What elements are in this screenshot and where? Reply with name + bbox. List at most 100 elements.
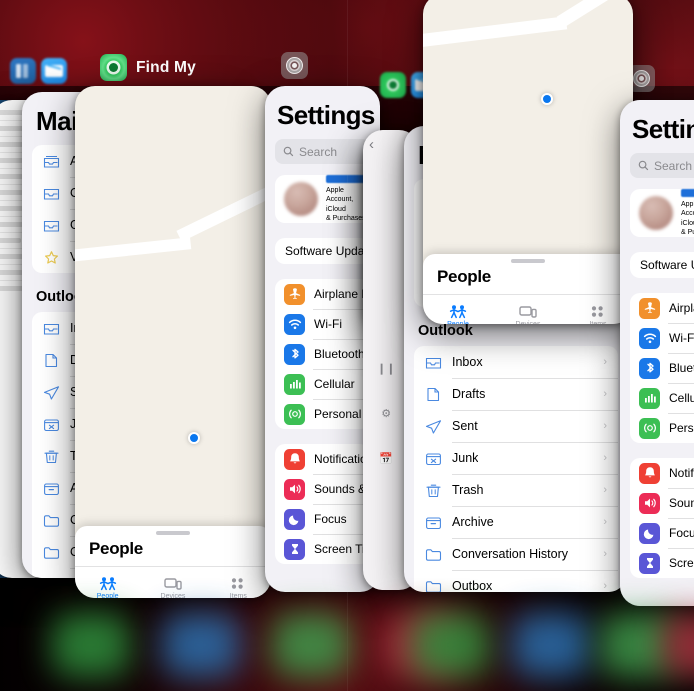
profile-text: Apple Account, iCloud & Purchases <box>681 188 694 238</box>
settings-search-input[interactable]: Search <box>630 153 694 178</box>
settings-row-label: Screen Time <box>314 542 370 556</box>
screentime-icon <box>639 552 660 574</box>
inbox-icon <box>43 186 60 201</box>
findmy-tab-bar: People Devices Items <box>75 566 271 598</box>
settings-row[interactable]: Screen Time <box>275 534 370 564</box>
chevron-right-icon: › <box>603 484 607 496</box>
app-switcher-label[interactable]: Find My <box>100 54 196 81</box>
software-update-row[interactable]: Software Update <box>275 238 374 264</box>
settings-search-placeholder: Search <box>654 158 693 173</box>
findmy-app-card[interactable]: People People Devices Items <box>75 86 271 598</box>
user-location-dot <box>541 93 553 105</box>
archive-icon <box>43 481 60 496</box>
findmy-tab-label: People <box>96 593 119 598</box>
profile-subtitle-line2: & Purchases <box>681 228 694 236</box>
settings-row-label: Airplane Mode <box>314 287 370 301</box>
settings-app-card[interactable]: Settings Search Apple Account, iCloud & … <box>620 100 694 606</box>
map-road <box>423 16 568 49</box>
notifications-icon <box>639 462 660 484</box>
chevron-right-icon: › <box>603 452 607 464</box>
settings-row[interactable]: Cellular <box>275 369 370 399</box>
settings-row[interactable]: Bluetooth <box>275 339 370 369</box>
mailbox-row[interactable]: Junk › <box>414 442 618 474</box>
settings-row[interactable]: Wi-Fi <box>630 323 694 353</box>
folder-icon <box>43 513 60 528</box>
sheet-grabber[interactable] <box>156 531 190 535</box>
settings-profile-row[interactable]: Apple Account, iCloud & Purchases <box>275 174 372 223</box>
settings-row-label: Cellular <box>314 377 355 391</box>
dock-blur <box>0 599 694 691</box>
back-chevron-icon[interactable]: ‹ <box>369 136 374 153</box>
findmy-tab-items[interactable]: Items <box>206 567 271 598</box>
settings-row[interactable]: Focus <box>275 504 370 534</box>
items-icon <box>588 301 608 319</box>
settings-row[interactable]: Notifications <box>630 458 694 488</box>
drafts-icon <box>43 353 60 368</box>
findmy-app-card[interactable]: People People Devices Items <box>423 0 633 324</box>
gear-icon[interactable]: ⚙ <box>381 407 391 420</box>
folder-icon <box>43 577 60 579</box>
settings-row-label: Airplane Mode <box>669 301 694 315</box>
mailbox-section-header: Outlook <box>418 323 473 339</box>
settings-row[interactable]: Sounds & Haptics <box>630 488 694 518</box>
settings-row[interactable]: Personal Hotspot <box>275 399 370 429</box>
calendar-icon[interactable]: 📅 <box>379 452 393 465</box>
mailbox-folders-group: Inbox›Drafts›Sent›Junk›Trash›Archive›Con… <box>414 346 618 592</box>
settings-row[interactable]: Screen Time <box>630 548 694 578</box>
settings-title: Settings <box>632 114 694 144</box>
find-my-rings-icon[interactable] <box>281 52 308 79</box>
mailbox-row[interactable]: Drafts › <box>414 378 618 410</box>
mailbox-row[interactable]: Conversation History › <box>414 538 618 570</box>
inbox-icon <box>43 321 60 336</box>
inbox-icon <box>43 218 60 233</box>
settings-row[interactable]: Airplane Mode <box>275 279 370 309</box>
settings-profile-row[interactable]: Apple Account, iCloud & Purchases <box>630 188 694 238</box>
settings-row[interactable]: Bluetooth <box>630 353 694 383</box>
mailbox-row[interactable]: Outbox › <box>414 570 618 592</box>
people-icon <box>98 573 118 591</box>
findmy-tab-people[interactable]: People <box>75 567 140 598</box>
findmy-tab-label: Items <box>589 321 606 324</box>
airplane-icon <box>639 297 660 319</box>
settings-row[interactable]: Cellular <box>630 383 694 413</box>
findmy-tab-people[interactable]: People <box>423 295 493 324</box>
chevron-right-icon: › <box>603 516 607 528</box>
findmy-people-sheet[interactable]: People People Devices Items <box>75 526 271 598</box>
junk-icon <box>43 417 60 432</box>
map-road <box>556 0 633 28</box>
map-road <box>75 237 192 263</box>
user-location-dot <box>188 432 200 444</box>
findmy-tab-devices[interactable]: Devices <box>140 567 205 598</box>
mailbox-row-label: Conversation History <box>452 547 569 561</box>
mailbox-row-label: Inbox <box>452 355 483 369</box>
findmy-tab-devices[interactable]: Devices <box>493 295 563 324</box>
mailbox-row[interactable]: Trash › <box>414 474 618 506</box>
sent-icon <box>43 385 60 400</box>
pause-icon[interactable]: ❙❙ <box>377 362 395 375</box>
trash-icon <box>425 483 442 498</box>
screentime-icon <box>284 538 305 560</box>
settings-search-input[interactable]: Search <box>275 139 370 164</box>
findmy-people-sheet[interactable]: People People Devices Items <box>423 254 633 324</box>
mailbox-row[interactable]: Inbox › <box>414 346 618 378</box>
settings-row-label: Notifications <box>669 466 694 480</box>
settings-row[interactable]: Airplane Mode <box>630 293 694 323</box>
sent-icon <box>425 419 442 434</box>
notifications-icon <box>284 448 305 470</box>
settings-row[interactable]: Personal Hotspot <box>630 413 694 443</box>
settings-row[interactable]: Focus <box>630 518 694 548</box>
mailbox-row[interactable]: Archive › <box>414 506 618 538</box>
software-update-row[interactable]: Software Update <box>630 252 694 278</box>
focus-icon <box>284 508 305 530</box>
chevron-right-icon: › <box>603 420 607 432</box>
settings-system-group: Notifications Sounds & Haptics Focus Screen… <box>275 444 370 564</box>
settings-row[interactable]: Sounds & Haptics <box>275 474 370 504</box>
settings-row[interactable]: Notifications <box>275 444 370 474</box>
mailbox-row[interactable]: Sent › <box>414 410 618 442</box>
settings-row-label: Sounds & Haptics <box>314 482 370 496</box>
folder-icon <box>43 545 60 560</box>
focus-icon <box>639 522 660 544</box>
settings-row[interactable]: Wi-Fi <box>275 309 370 339</box>
all-inboxes-icon <box>43 154 60 169</box>
sheet-grabber[interactable] <box>511 259 545 263</box>
